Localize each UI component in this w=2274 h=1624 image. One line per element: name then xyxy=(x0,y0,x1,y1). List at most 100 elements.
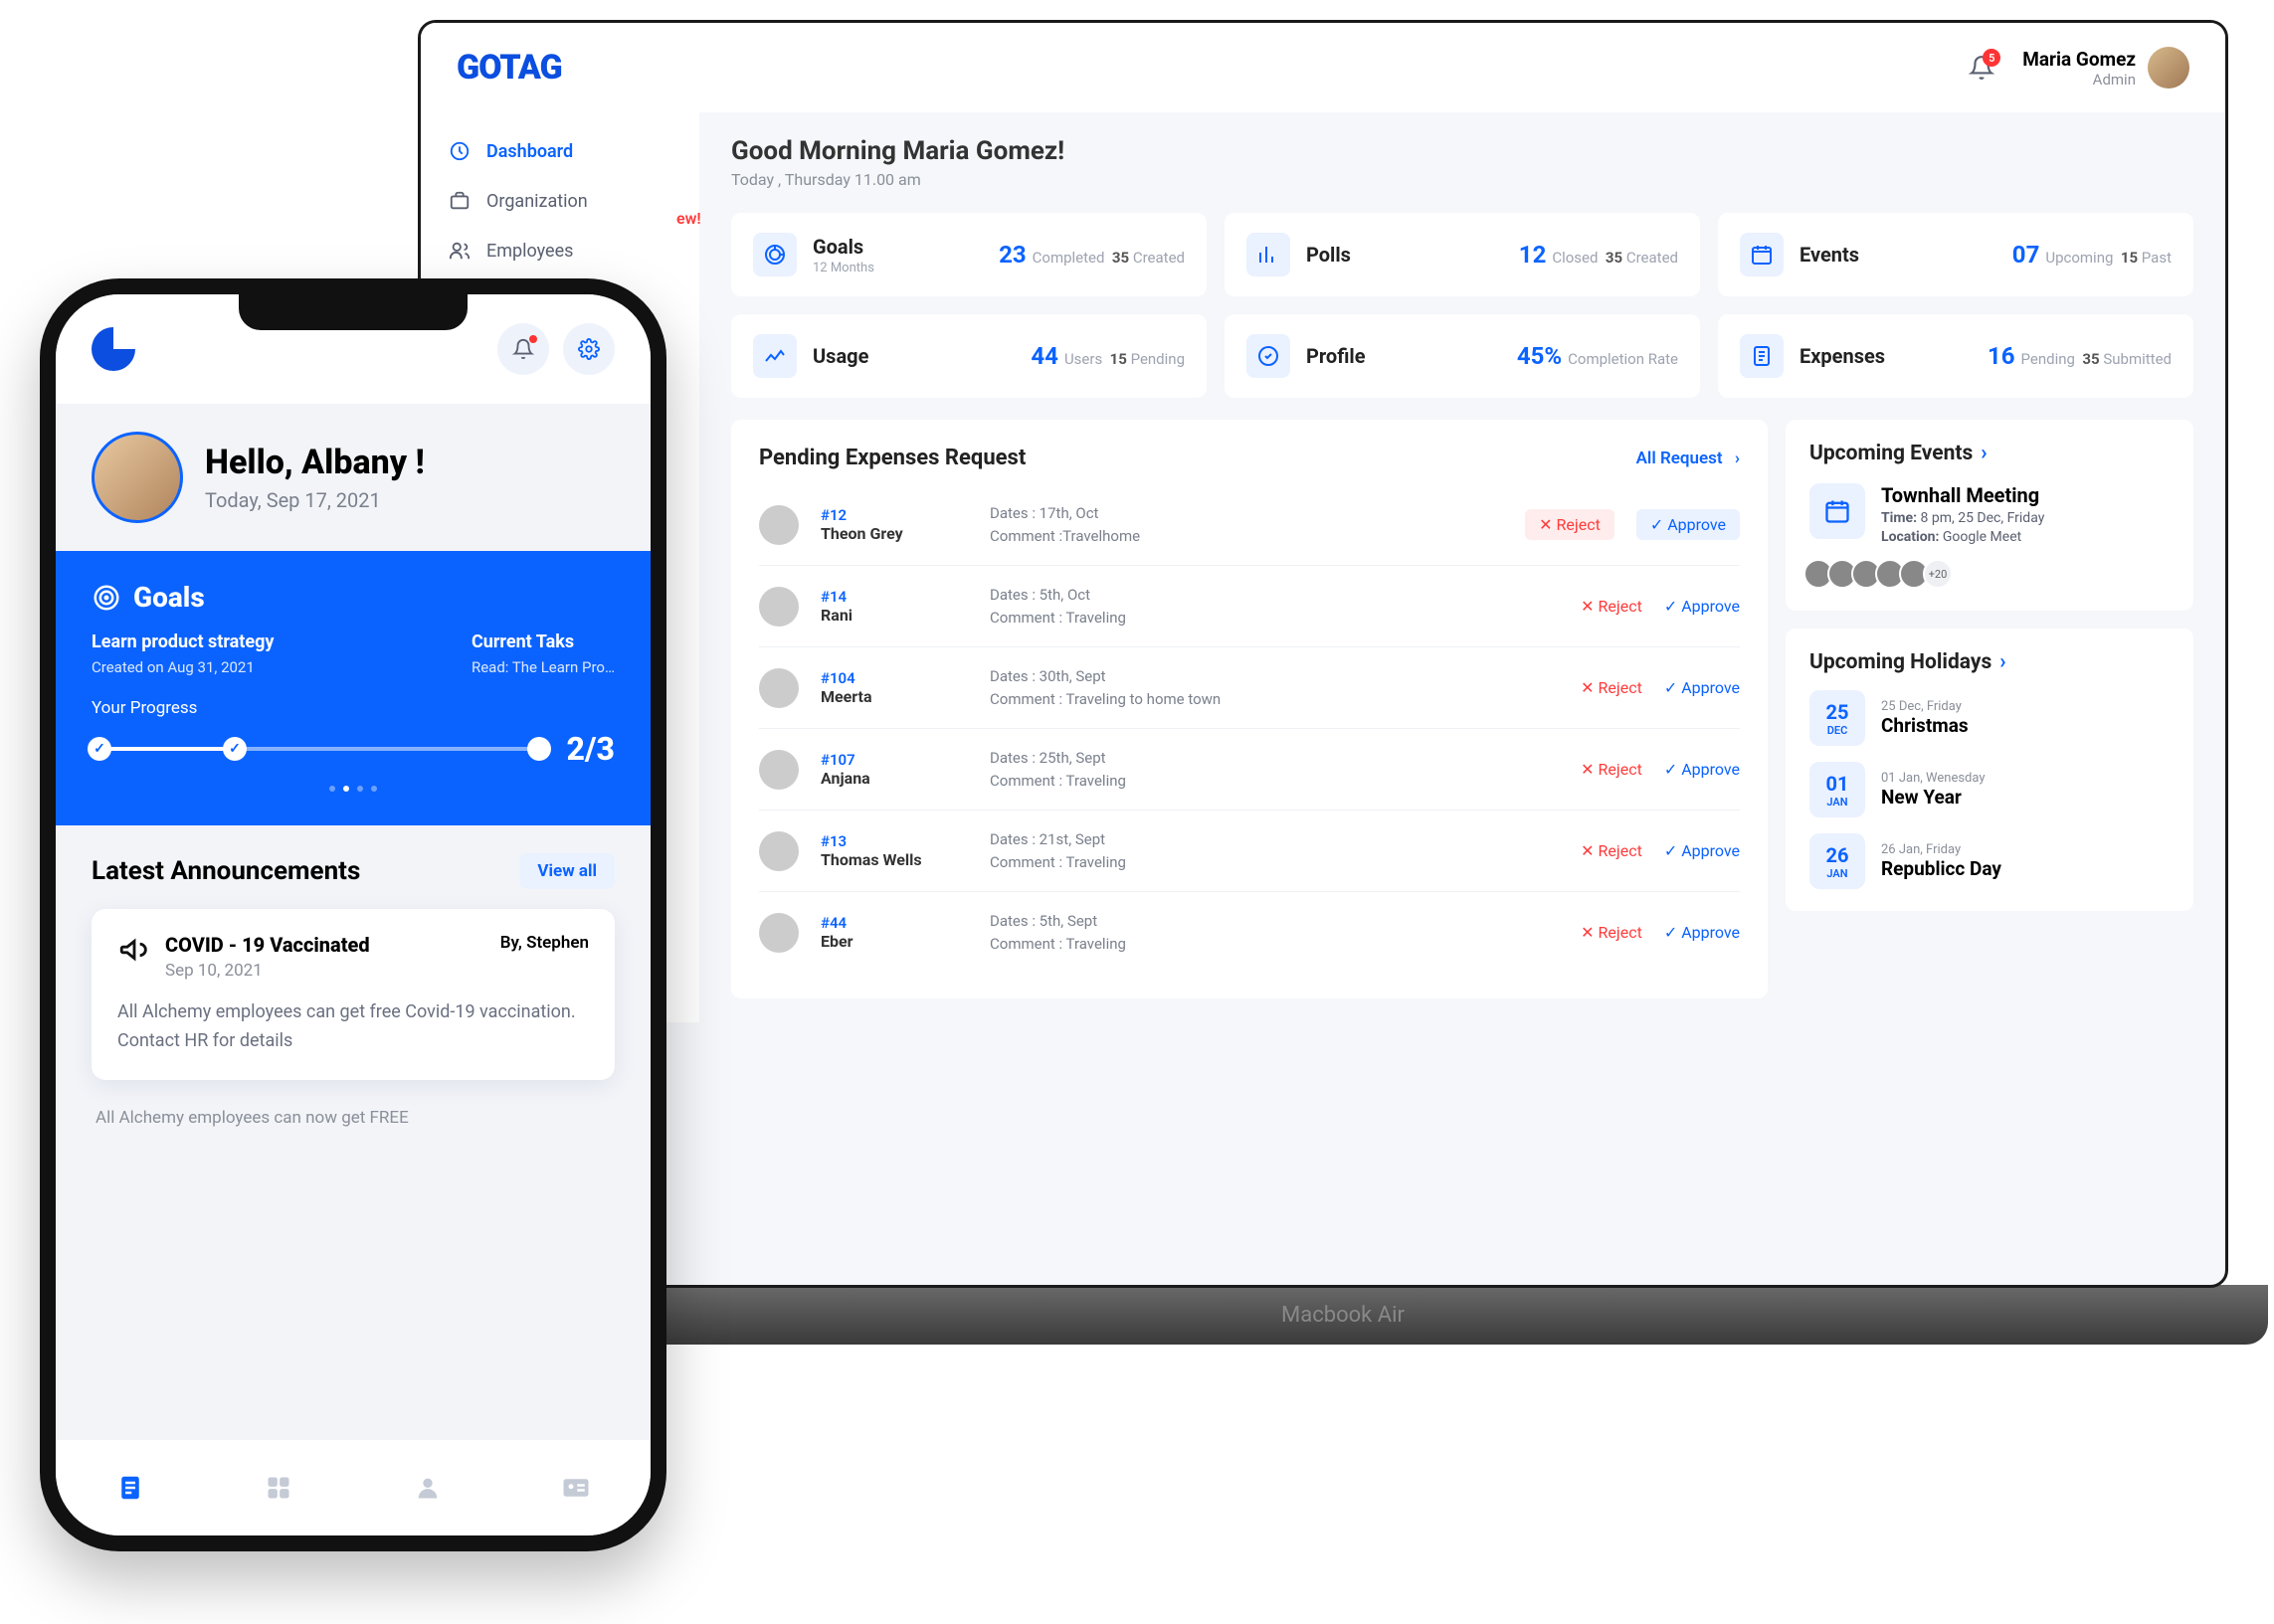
expense-number[interactable]: #13 xyxy=(821,832,990,850)
date-badge: 26JAN xyxy=(1809,833,1865,889)
expense-number[interactable]: #44 xyxy=(821,914,990,932)
hello-title: Hello, Albany ! xyxy=(205,443,425,482)
tab-grid[interactable] xyxy=(259,1468,298,1508)
pending-expenses-panel: Pending Expenses Request All Request › #… xyxy=(731,420,1768,998)
panel-title[interactable]: Upcoming Holidays› xyxy=(1809,650,2170,674)
requester-name: Rani xyxy=(821,606,990,625)
stat-title: Usage xyxy=(813,344,868,368)
reject-button[interactable]: ✕ Reject xyxy=(1581,760,1642,779)
stat-card-events[interactable]: Events 07Upcoming 15 Past xyxy=(1718,213,2193,296)
sidebar-label: Dashboard xyxy=(486,141,573,162)
approve-button[interactable]: ✓ Approve xyxy=(1664,923,1740,942)
phone-screen: Hello, Albany ! Today, Sep 17, 2021 Goal… xyxy=(40,278,666,1551)
date-badge: 25DEC xyxy=(1809,690,1865,746)
reject-button[interactable]: ✕ Reject xyxy=(1581,597,1642,616)
requester-name: Theon Grey xyxy=(821,524,990,543)
goals-title: Goals xyxy=(133,581,205,614)
reject-button[interactable]: ✕ Reject xyxy=(1581,678,1642,697)
panel-title[interactable]: Upcoming Events› xyxy=(1809,442,2170,465)
event-time: Time: 8 pm, 25 Dec, Friday xyxy=(1881,510,2044,526)
stat-card-profile[interactable]: Profile 45%Completion Rate xyxy=(1225,314,1700,398)
gear-icon xyxy=(578,338,600,360)
tab-profile[interactable] xyxy=(408,1468,448,1508)
dashboard-icon xyxy=(449,140,471,162)
reject-button[interactable]: ✕ Reject xyxy=(1581,841,1642,860)
expense-row: #12Theon Grey Dates : 17th, OctComment :… xyxy=(759,484,1740,565)
stat-card-polls[interactable]: Polls 12Closed 35 Created xyxy=(1225,213,1700,296)
holiday-item[interactable]: 01JAN 01 Jan, WenesdayNew Year xyxy=(1809,762,2170,817)
bottom-tabbar xyxy=(56,1440,651,1535)
date-badge: 01JAN xyxy=(1809,762,1865,817)
requester-avatar xyxy=(759,831,799,871)
holiday-item[interactable]: 26JAN 26 Jan, FridayRepublicc Day xyxy=(1809,833,2170,889)
sidebar-item-employees[interactable]: Employees xyxy=(421,226,699,275)
stat-title: Goals xyxy=(813,235,874,259)
reject-button[interactable]: ✕ Reject xyxy=(1525,509,1614,540)
tab-home[interactable] xyxy=(110,1468,150,1508)
brand-logo[interactable] xyxy=(92,327,135,371)
expense-row: #44Eber Dates : 5th, SeptComment : Trave… xyxy=(759,891,1740,973)
stat-sub: 12 Months xyxy=(813,261,874,275)
brand-logo[interactable]: GOTAG xyxy=(457,48,562,88)
all-request-link[interactable]: All Request › xyxy=(1636,449,1740,468)
approve-button[interactable]: ✓ Approve xyxy=(1664,841,1740,860)
upcoming-holidays-panel: Upcoming Holidays› 25DEC 25 Dec, FridayC… xyxy=(1786,629,2193,911)
stat-card-usage[interactable]: Usage 44Users 15 Pending xyxy=(731,314,1207,398)
topbar: GOTAG 5 Maria Gomez Admin xyxy=(421,23,2225,112)
events-icon xyxy=(1740,233,1784,276)
approve-button[interactable]: ✓ Approve xyxy=(1664,760,1740,779)
goals-icon xyxy=(753,233,797,276)
goal-created: Created on Aug 31, 2021 xyxy=(92,658,274,676)
reject-button[interactable]: ✕ Reject xyxy=(1581,923,1642,942)
notifications-button[interactable] xyxy=(497,323,549,375)
user-name: Maria Gomez xyxy=(2022,48,2136,71)
expense-row: #14Rani Dates : 5th, OctComment : Travel… xyxy=(759,565,1740,646)
person-icon xyxy=(414,1474,442,1502)
sidebar-item-dashboard[interactable]: Dashboard xyxy=(421,126,699,176)
requester-name: Anjana xyxy=(821,769,990,788)
holiday-name: New Year xyxy=(1881,786,1986,809)
expense-number[interactable]: #12 xyxy=(821,506,990,524)
expense-number[interactable]: #107 xyxy=(821,751,990,769)
settings-button[interactable] xyxy=(563,323,615,375)
expense-row: #107Anjana Dates : 25th, SeptComment : T… xyxy=(759,728,1740,810)
usage-icon xyxy=(753,334,797,378)
card-date: Sep 10, 2021 xyxy=(165,961,370,981)
greeting-subtitle: Today , Thursday 11.00 am xyxy=(731,170,2193,189)
view-all-button[interactable]: View all xyxy=(519,853,615,889)
goals-card[interactable]: Goals Learn product strategy Created on … xyxy=(56,551,651,825)
stat-card-expenses[interactable]: Expenses 16Pending 35 Submitted xyxy=(1718,314,2193,398)
sidebar-label: Employees xyxy=(486,241,573,262)
carousel-dots[interactable] xyxy=(92,786,615,792)
approve-button[interactable]: ✓ Approve xyxy=(1664,597,1740,616)
requester-avatar xyxy=(759,750,799,790)
id-card-icon xyxy=(561,1473,591,1503)
step-pending-icon xyxy=(527,737,551,761)
expense-number[interactable]: #104 xyxy=(821,669,990,687)
notifications-button[interactable]: 5 xyxy=(1969,55,1994,81)
tab-id[interactable] xyxy=(556,1468,596,1508)
expenses-icon xyxy=(1740,334,1784,378)
current-task-label: Current Taks xyxy=(472,632,615,652)
requester-avatar xyxy=(759,505,799,545)
announcement-card[interactable]: COVID - 19 Vaccinated Sep 10, 2021 By, S… xyxy=(92,909,615,1080)
user-avatar[interactable] xyxy=(92,432,183,523)
doc-icon xyxy=(115,1473,145,1503)
user-menu[interactable]: Maria Gomez Admin xyxy=(2022,47,2189,89)
sidebar-item-organization[interactable]: Organization xyxy=(421,176,699,226)
holiday-item[interactable]: 25DEC 25 Dec, FridayChristmas xyxy=(1809,690,2170,746)
profile-icon xyxy=(1246,334,1290,378)
expense-number[interactable]: #14 xyxy=(821,588,990,606)
user-role: Admin xyxy=(2022,71,2136,89)
expense-details: Dates : 17th, OctComment :Travelhome xyxy=(990,502,1525,547)
stat-card-goals[interactable]: Goals12 Months 23Completed 35 Created xyxy=(731,213,1207,296)
employees-icon xyxy=(449,240,471,262)
laptop-base: Macbook Air xyxy=(418,1285,2268,1345)
approve-button[interactable]: ✓ Approve xyxy=(1636,509,1740,540)
main-content: Good Morning Maria Gomez! Today , Thursd… xyxy=(699,112,2225,1022)
card-title: COVID - 19 Vaccinated xyxy=(165,933,370,957)
approve-button[interactable]: ✓ Approve xyxy=(1664,678,1740,697)
stat-title: Polls xyxy=(1306,243,1351,267)
calendar-icon xyxy=(1809,483,1865,539)
stat-values: 12Closed 35 Created xyxy=(1519,241,1678,269)
